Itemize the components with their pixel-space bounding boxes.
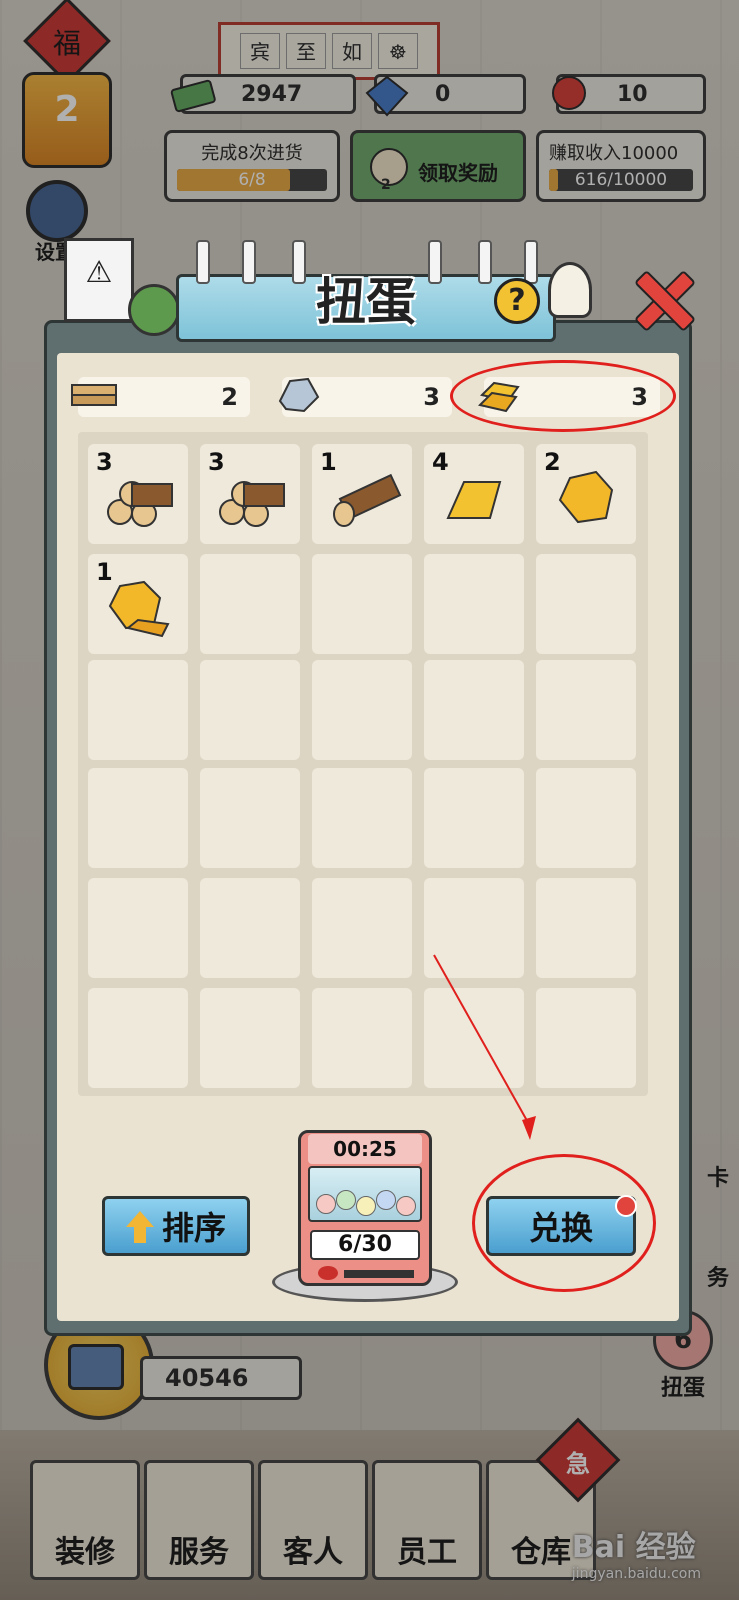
close-button[interactable]: [630, 266, 694, 330]
inventory-grid: 3 3 1 4 2 1: [78, 432, 648, 1096]
inventory-slot[interactable]: [312, 988, 412, 1088]
gold-bar-icon: [446, 481, 502, 519]
inventory-slot[interactable]: [312, 768, 412, 868]
inventory-slot[interactable]: 1: [88, 554, 188, 654]
gacha-counter: 6/30: [310, 1230, 420, 1260]
material-count: 3: [423, 383, 440, 411]
capsule-icon: [336, 1190, 356, 1210]
log-icon: [333, 473, 402, 527]
inventory-slot[interactable]: 3: [88, 444, 188, 544]
caution-sign-icon: [64, 238, 134, 322]
inventory-slot[interactable]: [88, 660, 188, 760]
inventory-slot[interactable]: [200, 660, 300, 760]
inventory-slot[interactable]: 1: [312, 444, 412, 544]
inventory-slot[interactable]: [312, 660, 412, 760]
sort-button[interactable]: 排序: [102, 1196, 250, 1256]
inventory-slot[interactable]: [424, 768, 524, 868]
material-wood: 2: [71, 377, 250, 417]
help-button[interactable]: ?: [494, 278, 540, 324]
exchange-button[interactable]: 兑换: [486, 1195, 637, 1256]
log-pile-icon: [219, 481, 285, 527]
inventory-slot[interactable]: 4: [424, 444, 524, 544]
stone-icon: [278, 377, 320, 413]
material-count: 3: [631, 383, 648, 411]
capsule-icon: [316, 1194, 336, 1214]
inventory-slot[interactable]: [536, 768, 636, 868]
flower-pot-icon: [548, 262, 592, 318]
gacha-timer: 00:25: [308, 1134, 422, 1164]
inventory-slot[interactable]: 3: [200, 444, 300, 544]
log-pile-icon: [107, 481, 173, 527]
inventory-slot[interactable]: [88, 878, 188, 978]
inventory-slot[interactable]: [88, 988, 188, 1088]
wood-plank-icon: [71, 384, 117, 406]
inventory-slot[interactable]: [88, 768, 188, 868]
arrow-up-icon: [125, 1211, 154, 1243]
capsule-outlet: [344, 1270, 414, 1278]
inventory-slot[interactable]: 2: [536, 444, 636, 544]
inventory-slot[interactable]: [536, 988, 636, 1088]
inventory-slot[interactable]: [200, 988, 300, 1088]
gold-nugget-icon: [558, 470, 614, 524]
exchange-label: 兑换: [528, 1209, 593, 1247]
inventory-slot[interactable]: [200, 554, 300, 654]
inventory-slot[interactable]: [200, 878, 300, 978]
coin-slot-icon: [318, 1266, 338, 1280]
capsule-icon: [396, 1196, 416, 1216]
capsule-icon: [356, 1196, 376, 1216]
inventory-slot[interactable]: [424, 554, 524, 654]
inventory-slot[interactable]: [536, 878, 636, 978]
inventory-slot[interactable]: [424, 660, 524, 760]
material-stone: 3: [278, 377, 452, 417]
inventory-slot[interactable]: [536, 554, 636, 654]
inventory-slot[interactable]: [424, 988, 524, 1088]
inventory-slot[interactable]: [200, 768, 300, 868]
gacha-machine[interactable]: 00:25 6/30: [272, 1130, 458, 1302]
gold-bar-icon: [478, 381, 520, 413]
capsule-window: [308, 1166, 422, 1222]
sort-label: 排序: [161, 1209, 226, 1247]
capsule-icon: [376, 1190, 396, 1210]
inventory-slot[interactable]: [536, 660, 636, 760]
material-count: 2: [221, 383, 238, 411]
inventory-slot[interactable]: [424, 878, 524, 978]
notification-dot: [615, 1195, 637, 1217]
plant-icon: [128, 284, 180, 336]
inventory-slot[interactable]: [312, 554, 412, 654]
material-gold: 3: [478, 377, 660, 417]
gold-nugget-icon: [108, 580, 170, 638]
inventory-slot[interactable]: [312, 878, 412, 978]
